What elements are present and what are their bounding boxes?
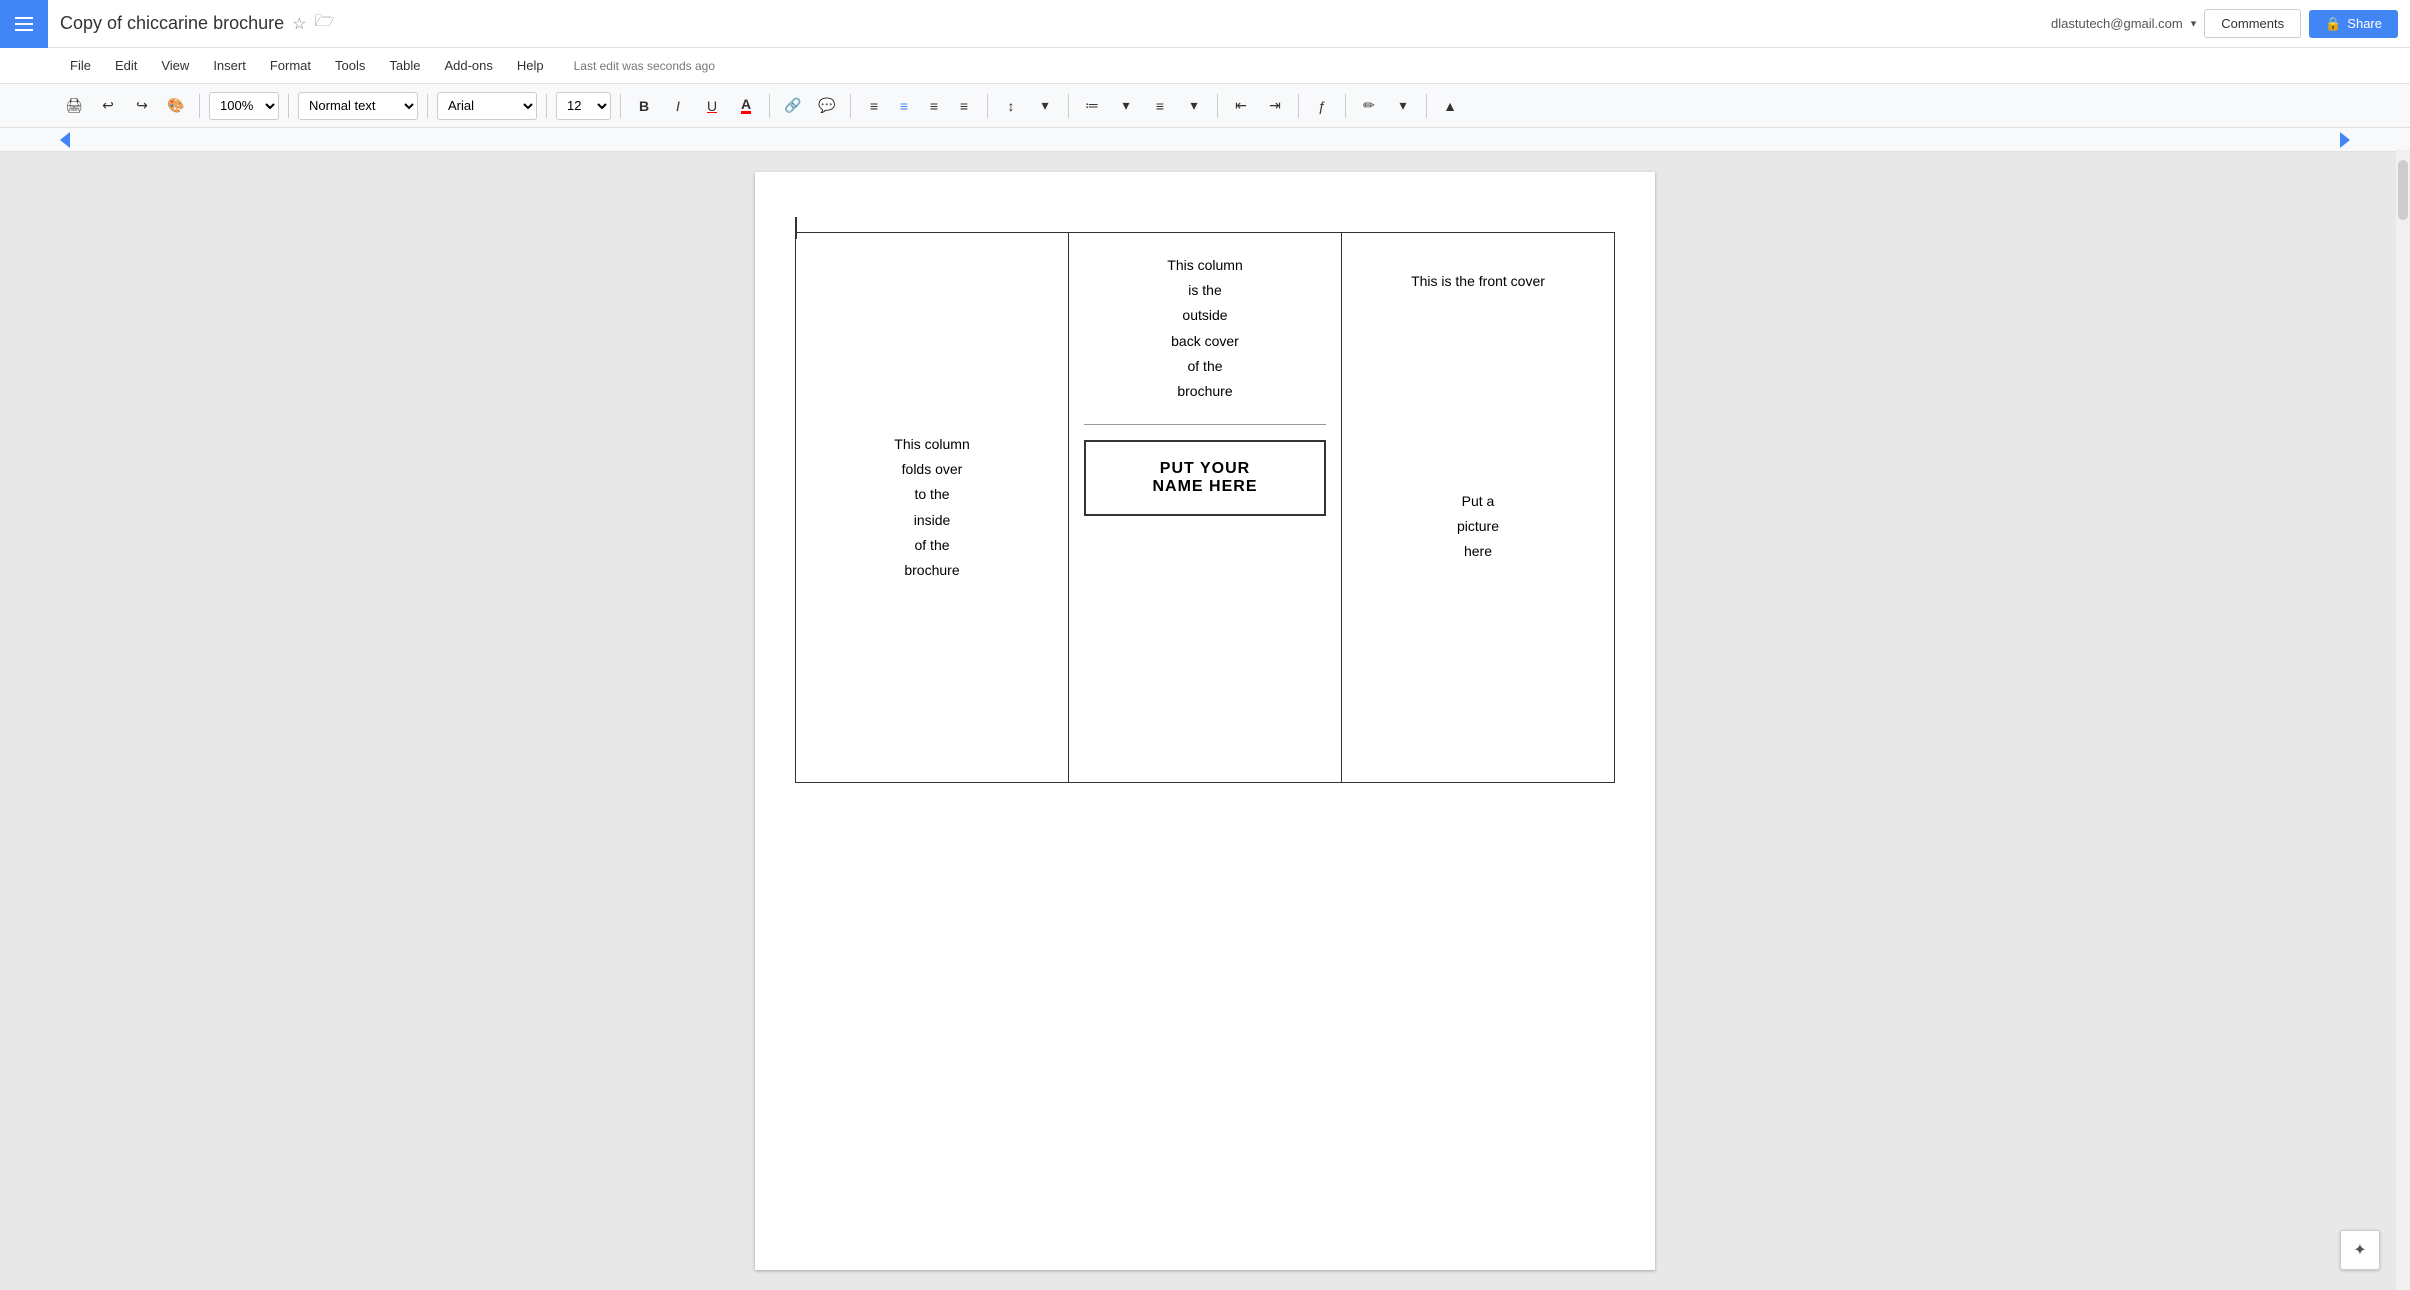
separator-4 <box>546 94 547 118</box>
font-select[interactable]: Arial Times New Roman Georgia <box>437 92 537 120</box>
name-box[interactable]: PUT YOUR NAME HERE <box>1084 440 1326 516</box>
cursor-line <box>795 217 797 239</box>
scrollbar-thumb[interactable] <box>2398 160 2408 220</box>
ruler-inner <box>60 128 2350 151</box>
separator-7 <box>850 94 851 118</box>
underline-button[interactable]: U <box>698 92 726 120</box>
font-color-button[interactable]: A <box>732 92 760 120</box>
separator-9 <box>1068 94 1069 118</box>
doc-title-area: Copy of chiccarine brochure ☆ 🗁 <box>48 10 2051 37</box>
share-button[interactable]: 🔒 Share <box>2309 10 2398 38</box>
ol-chevron[interactable]: ▾ <box>1112 92 1140 120</box>
print-button[interactable]: 🖨 <box>60 92 88 120</box>
alignment-group: ≡ ≡ ≡ ≡ <box>860 92 978 120</box>
separator-8 <box>987 94 988 118</box>
menu-view[interactable]: View <box>151 54 199 77</box>
middle-column: This column is the outside back cover of… <box>1069 233 1342 783</box>
front-cover-title: This is the front cover <box>1362 253 1594 289</box>
left-column: This column folds over to the inside of … <box>796 233 1069 783</box>
menu-edit[interactable]: Edit <box>105 54 147 77</box>
chevron-down-spacing[interactable]: ▾ <box>1031 92 1059 120</box>
increase-indent-button[interactable]: ⇥ <box>1261 92 1289 120</box>
toolbar: 🖨 ↩ ↪ 🎨 100% Normal text Heading 1 Headi… <box>0 84 2410 128</box>
app-menu-button[interactable] <box>0 0 48 48</box>
last-edit-status: Last edit was seconds ago <box>574 59 715 73</box>
assistant-icon: ✦ <box>2353 1240 2366 1260</box>
separator-10 <box>1217 94 1218 118</box>
separator-11 <box>1298 94 1299 118</box>
align-justify-button[interactable]: ≡ <box>950 92 978 120</box>
formula-button[interactable]: ƒ <box>1308 92 1336 120</box>
star-icon[interactable]: ☆ <box>292 14 306 34</box>
menu-format[interactable]: Format <box>260 54 321 77</box>
ruler <box>0 128 2410 152</box>
lock-icon: 🔒 <box>2325 16 2341 32</box>
separator-5 <box>620 94 621 118</box>
brochure-table: This column folds over to the inside of … <box>795 232 1615 783</box>
align-right-button[interactable]: ≡ <box>920 92 948 120</box>
font-color-icon: A <box>741 97 751 114</box>
separator-6 <box>769 94 770 118</box>
align-left-button[interactable]: ≡ <box>860 92 888 120</box>
separator-1 <box>199 94 200 118</box>
comments-button[interactable]: Comments <box>2204 9 2301 38</box>
separator-3 <box>427 94 428 118</box>
brochure-row: This column folds over to the inside of … <box>796 233 1615 783</box>
menu-bar: File Edit View Insert Format Tools Table… <box>0 48 2410 84</box>
unordered-list-button[interactable]: ≡ <box>1146 92 1174 120</box>
decrease-indent-button[interactable]: ⇤ <box>1227 92 1255 120</box>
pen-chevron[interactable]: ▾ <box>1389 92 1417 120</box>
top-bar: Copy of chiccarine brochure ☆ 🗁 dlastute… <box>0 0 2410 48</box>
folder-icon[interactable]: 🗁 <box>314 10 334 37</box>
content-area[interactable]: This column folds over to the inside of … <box>0 152 2410 1290</box>
middle-column-text: This column is the outside back cover of… <box>1084 253 1326 404</box>
user-email: dlastutech@gmail.com <box>2051 16 2183 31</box>
ruler-arrow-right[interactable] <box>2340 132 2350 148</box>
right-column: This is the front cover Put a picture he… <box>1342 233 1615 783</box>
bold-button[interactable]: B <box>630 92 658 120</box>
separator-12 <box>1345 94 1346 118</box>
hamburger-icon <box>15 17 33 31</box>
left-column-text: This column folds over to the inside of … <box>894 436 969 578</box>
separator-13 <box>1426 94 1427 118</box>
comment-button[interactable]: 💬 <box>813 92 841 120</box>
line-spacing-button[interactable]: ↕ <box>997 92 1025 120</box>
align-center-button[interactable]: ≡ <box>890 92 918 120</box>
collapse-toolbar-button[interactable]: ▲ <box>1436 92 1464 120</box>
font-size-select[interactable]: 12 11 14 16 <box>556 92 611 120</box>
zoom-select[interactable]: 100% <box>209 92 279 120</box>
menu-table[interactable]: Table <box>379 54 430 77</box>
share-label: Share <box>2347 16 2382 31</box>
paint-format-button[interactable]: 🎨 <box>162 92 190 120</box>
assistant-button[interactable]: ✦ <box>2340 1230 2380 1270</box>
ordered-list-button[interactable]: ≔ <box>1078 92 1106 120</box>
redo-button[interactable]: ↪ <box>128 92 156 120</box>
ruler-arrow-left[interactable] <box>60 132 70 148</box>
text-style-select[interactable]: Normal text Heading 1 Heading 2 Title <box>298 92 418 120</box>
undo-button[interactable]: ↩ <box>94 92 122 120</box>
menu-insert[interactable]: Insert <box>203 54 256 77</box>
middle-divider <box>1084 424 1326 425</box>
italic-button[interactable]: I <box>664 92 692 120</box>
link-button[interactable]: 🔗 <box>779 92 807 120</box>
front-cover-picture: Put a picture here <box>1362 489 1594 565</box>
vertical-scrollbar[interactable] <box>2396 150 2410 1290</box>
separator-2 <box>288 94 289 118</box>
ul-chevron[interactable]: ▾ <box>1180 92 1208 120</box>
doc-title[interactable]: Copy of chiccarine brochure <box>60 13 284 34</box>
dropdown-arrow[interactable]: ▾ <box>2191 17 2197 30</box>
right-actions: dlastutech@gmail.com ▾ Comments 🔒 Share <box>2051 9 2410 38</box>
menu-help[interactable]: Help <box>507 54 554 77</box>
menu-tools[interactable]: Tools <box>325 54 375 77</box>
menu-addons[interactable]: Add-ons <box>434 54 502 77</box>
document-page: This column folds over to the inside of … <box>755 172 1655 1270</box>
pen-tool-button[interactable]: ✏ <box>1355 92 1383 120</box>
menu-file[interactable]: File <box>60 54 101 77</box>
